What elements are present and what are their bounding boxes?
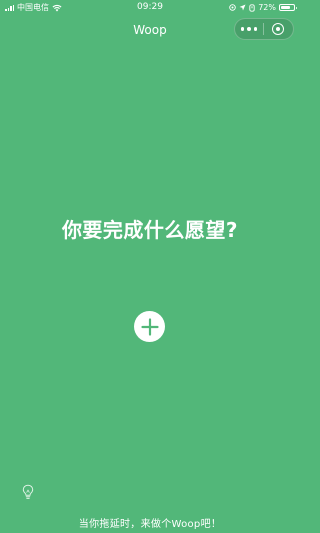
battery-level [281,6,290,9]
nav-bar: Woop [0,15,300,45]
status-right: 72% [229,0,297,15]
alarm-icon [229,4,236,11]
location-icon [239,4,246,11]
battery-icon [279,4,297,11]
add-wish-button[interactable] [134,311,165,342]
wish-question: 你要完成什么愿望? [61,218,239,242]
close-miniprogram-button[interactable] [264,19,293,39]
alarm-clock-icon [249,3,255,12]
battery-percent: 72% [258,3,276,12]
footer-tip: 当你拖延时，来做个Woop吧！ [78,519,222,530]
close-miniprogram-icon [272,23,285,35]
lightbulb-icon[interactable] [21,484,35,500]
plus-icon [140,317,159,336]
more-button[interactable] [235,19,263,39]
miniprogram-capsule [234,18,294,40]
more-icon [240,27,245,31]
status-bar: 中国电信 09:29 72% [0,0,300,15]
